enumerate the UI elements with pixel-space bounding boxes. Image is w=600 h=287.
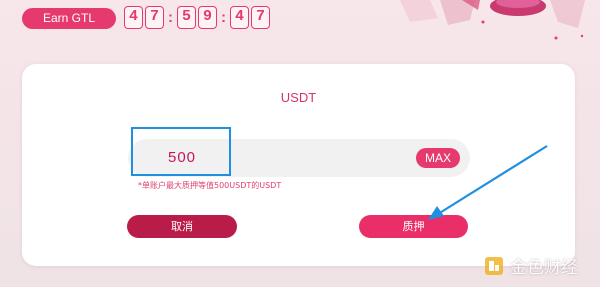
- timer-separator: :: [221, 9, 226, 26]
- cancel-button[interactable]: 取消: [127, 215, 237, 238]
- timer-digit: 7: [145, 6, 164, 29]
- timer-digit: 4: [230, 6, 249, 29]
- jinse-logo-icon: [485, 256, 503, 275]
- countdown-timer: 4 7 : 5 9 : 4 7: [124, 6, 272, 29]
- watermark-text: 金色财经: [510, 258, 578, 278]
- timer-digit: 9: [198, 6, 217, 29]
- timer-digit: 4: [124, 6, 143, 29]
- annotation-highlight-box: [131, 127, 231, 176]
- stake-limit-hint: *单账户最大质押等值500USDT的USDT: [138, 181, 282, 190]
- timer-digit: 5: [177, 6, 196, 29]
- annotation-arrow-icon: [428, 145, 548, 220]
- timer-digit: 7: [251, 6, 270, 29]
- watermark: 金色财经: [484, 253, 578, 278]
- card-title: USDT: [280, 90, 317, 105]
- decorative-illustration: [400, 0, 585, 40]
- timer-separator: :: [168, 9, 173, 26]
- earn-gtl-button[interactable]: Earn GTL: [22, 8, 116, 29]
